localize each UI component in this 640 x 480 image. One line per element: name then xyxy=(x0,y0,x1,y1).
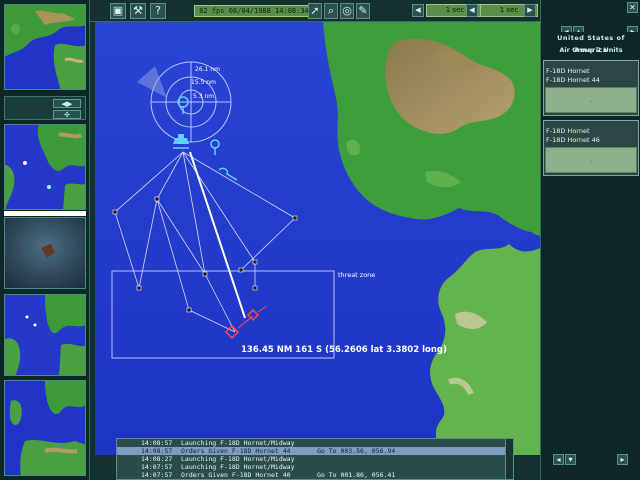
message-log[interactable]: 14:08:57 Launching F-18D Hornet/Midway 14… xyxy=(116,438,514,480)
view-separator xyxy=(4,211,86,216)
europe-map-thumbnail[interactable] xyxy=(4,380,86,476)
log-entry[interactable]: 14:07:57 Launching F-18D Hornet/Midway xyxy=(117,463,513,471)
panel-footer: ◂ ▾ ▸ xyxy=(541,450,640,480)
ring-label-inner: 5.3 nm xyxy=(193,93,214,100)
left-view-panel: ◀▶ ✣ xyxy=(0,0,90,480)
sea-view-thumbnail[interactable] xyxy=(4,217,86,289)
threat-zone-label: threat zone xyxy=(338,271,375,279)
tools-icon[interactable]: ⚒ xyxy=(130,3,146,19)
window-controls: ✕ ◂ ▴ ▸ xyxy=(541,0,640,37)
unit-status: . xyxy=(545,147,637,173)
status-readout: 62 fps 08/04/1988 14:08:34 xyxy=(194,5,314,17)
search-icon[interactable]: ⌕ xyxy=(324,3,338,19)
unit-name: F-18D Hornet 46 xyxy=(546,136,600,144)
top-toolbar: ▣ ⚒ ? 62 fps 08/04/1988 14:08:34 ➚ ⌕ ◎ ✎… xyxy=(90,0,540,22)
log-entry-selected[interactable]: 14:08:57 Orders Given F-18D Hornet 44 Go T… xyxy=(117,447,513,455)
ring-label-middle: 15.5 nm xyxy=(191,79,216,86)
pointer-icon[interactable]: ➚ xyxy=(308,3,322,19)
pencil-icon[interactable]: ✎ xyxy=(356,3,370,19)
ring-label-outer: 26.1 nm xyxy=(195,66,220,73)
log-entry[interactable]: 14:08:57 Launching F-18D Hornet/Midway xyxy=(117,439,513,447)
zoom-in-button[interactable]: ◀▶ xyxy=(53,99,81,108)
close-icon[interactable]: ✕ xyxy=(627,2,638,13)
unit-name: F-18D Hornet 44 xyxy=(546,76,600,84)
app-window: ◀▶ ✣ ▣ ⚒ ? 62 fps 08/04/1988 14:08:34 ➚ … xyxy=(0,0,640,480)
country-label: United States of America xyxy=(543,32,639,54)
log-scrollbar[interactable] xyxy=(505,439,513,479)
unit-status: . xyxy=(545,87,637,113)
scroll-down-left-icon[interactable]: ◂ xyxy=(553,454,564,465)
target-icon[interactable]: ◎ xyxy=(340,3,354,19)
unit-card[interactable]: F-18D Hornet F-18D Hornet 44 . xyxy=(543,60,639,116)
log-entry[interactable]: 14:07:57 Orders Given F-18D Hornet 40 Go T… xyxy=(117,471,513,479)
help-icon[interactable]: ? xyxy=(150,3,166,19)
zoom-out-button[interactable]: ✣ xyxy=(53,110,81,119)
range-rings xyxy=(150,61,232,143)
scroll-down-icon[interactable]: ▾ xyxy=(565,454,576,465)
log-corner-right xyxy=(514,456,540,480)
overview-zoom-controls: ◀▶ ✣ xyxy=(4,96,86,120)
log-corner-left xyxy=(95,456,115,480)
time-down-button[interactable]: ◀ xyxy=(412,4,424,17)
region-map-thumbnail[interactable] xyxy=(4,124,86,210)
unit-type: F-18D Hornet xyxy=(546,67,590,75)
unit-type: F-18D Hornet xyxy=(546,127,590,135)
coast-map-thumbnail[interactable] xyxy=(4,294,86,376)
log-entry[interactable]: 14:08:27 Launching F-18D Hornet/Midway xyxy=(117,455,513,463)
cube-icon[interactable]: ▣ xyxy=(110,3,126,19)
time-right-up-button[interactable]: ▶ xyxy=(524,4,536,17)
scroll-down-right-icon[interactable]: ▸ xyxy=(617,454,628,465)
cursor-readout: 136.45 NM 161 S (56.2606 lat 3.3802 long… xyxy=(241,345,447,355)
tactical-map[interactable]: threat zone 26.1 nm 15.5 nm 5.3 nm 136.4… xyxy=(95,22,540,455)
unit-card[interactable]: F-18D Hornet F-18D Hornet 46 . xyxy=(543,120,639,176)
overview-map-thumbnail[interactable] xyxy=(4,4,86,90)
time-left-down-button[interactable]: ◀ xyxy=(466,4,478,17)
unit-panel: ✕ ◂ ▴ ▸ United States of America Air Gro… xyxy=(540,0,640,480)
group-label: Air Group 2 Units xyxy=(559,46,623,54)
